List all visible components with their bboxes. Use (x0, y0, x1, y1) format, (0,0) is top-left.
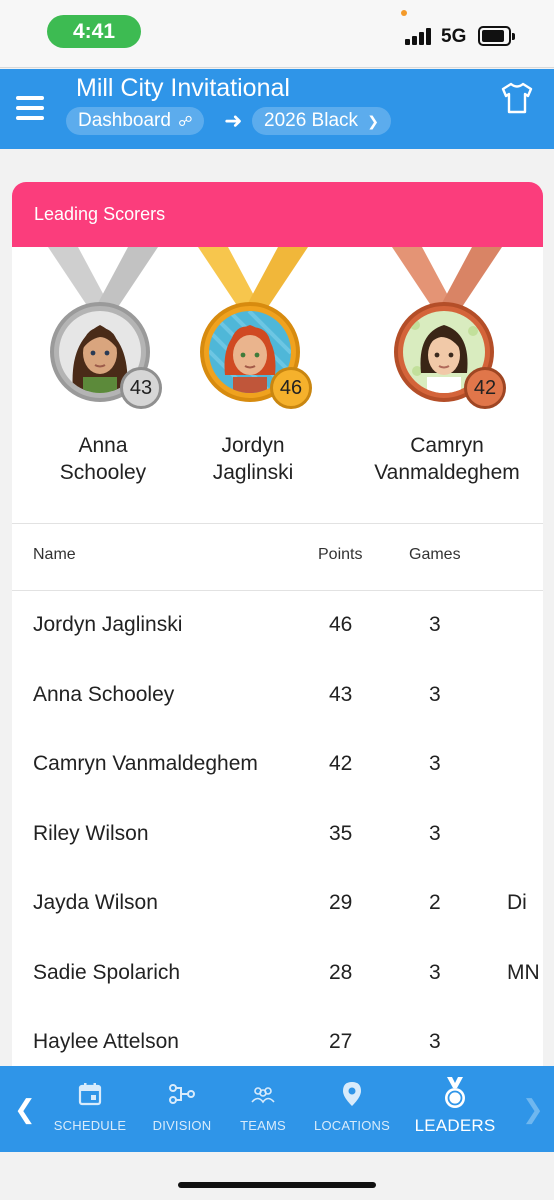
medal-gold[interactable]: 46 Jordyn Jaglinski (178, 247, 328, 524)
player-name: Jayda Wilson (33, 891, 158, 914)
home-indicator-area (0, 1152, 554, 1200)
nav-division[interactable]: DIVISION (146, 1066, 218, 1152)
arrow-right-icon: ➜ (224, 108, 243, 133)
column-name[interactable]: Name (33, 546, 76, 564)
leading-scorers-card: Leading Scorers 43 Anna Schooley 46 Jord… (12, 182, 543, 1072)
podium: 43 Anna Schooley 46 Jordyn Jaglinski 42 … (12, 247, 543, 524)
link-icon: ☍ (178, 113, 193, 129)
player-games: 3 (429, 1030, 441, 1053)
nav-label: LEADERS (414, 1116, 496, 1135)
privacy-indicator (401, 10, 407, 16)
last-name: Vanmaldeghem (374, 461, 520, 484)
battery-icon (478, 26, 515, 46)
team-selector[interactable]: 2026 Black ❯ (252, 107, 392, 135)
chevron-left-icon[interactable]: ❮ (14, 1094, 36, 1125)
page-title: Mill City Invitational (76, 74, 290, 102)
medal-name: Camryn Vanmaldeghem (342, 432, 543, 486)
player-points: 42 (329, 752, 353, 775)
table-row[interactable]: Sadie Spolarich 28 3 MN (12, 939, 543, 1009)
people-icon (251, 1087, 275, 1104)
medal-icon (445, 1077, 465, 1108)
nav-label: SCHEDULE (53, 1118, 127, 1133)
player-name: Anna Schooley (33, 682, 175, 706)
nav-label: TEAMS (240, 1118, 286, 1133)
player-name: Haylee Attelson (33, 1030, 179, 1053)
chevron-right-icon[interactable]: ❯ (522, 1094, 544, 1125)
player-points: 46 (329, 613, 353, 636)
breadcrumb-dashboard[interactable]: Dashboard ☍ (66, 107, 205, 135)
player-points: 28 (329, 960, 353, 984)
first-name: Jordyn (221, 434, 285, 457)
player-extra: Di (507, 891, 527, 914)
player-points: 29 (329, 891, 353, 914)
status-bar: 4:41 5G (0, 0, 554, 68)
player-points: 35 (329, 821, 353, 845)
map-pin-icon (343, 1082, 361, 1106)
calendar-icon (78, 1083, 102, 1106)
nav-locations[interactable]: LOCATIONS (312, 1066, 392, 1152)
chevron-down-icon: ❯ (367, 113, 380, 129)
medal-name: Jordyn Jaglinski (158, 432, 348, 486)
points-badge: 42 (464, 367, 506, 409)
app-header: Mill City Invitational Dashboard ☍ ➜ 202… (0, 69, 554, 149)
player-name: Sadie Spolarich (33, 960, 181, 984)
player-name: Riley Wilson (33, 821, 149, 845)
nav-label: DIVISION (152, 1118, 212, 1133)
points-badge: 43 (120, 367, 162, 409)
player-points: 27 (329, 1030, 353, 1053)
breadcrumb-dashboard-label: Dashboard (78, 110, 171, 131)
card-title: Leading Scorers (12, 182, 543, 247)
table-row[interactable]: Jordyn Jaglinski 46 3 (12, 591, 543, 661)
nav-teams[interactable]: TEAMS (234, 1066, 292, 1152)
medal-bronze[interactable]: 42 Camryn Vanmaldeghem (372, 247, 522, 524)
ribbon-bronze (392, 247, 502, 307)
nav-label: LOCATIONS (314, 1118, 390, 1133)
ribbon-gold (198, 247, 308, 307)
team-selector-label: 2026 Black (264, 110, 359, 131)
home-indicator[interactable] (178, 1182, 376, 1188)
jersey-icon[interactable] (500, 82, 534, 114)
points-badge: 46 (270, 367, 312, 409)
column-points[interactable]: Points (318, 546, 362, 564)
ribbon-silver (48, 247, 158, 307)
network-type: 5G (441, 26, 467, 47)
table-row[interactable]: Riley Wilson 35 3 (12, 800, 543, 870)
player-games: 3 (429, 960, 441, 984)
player-points: 43 (329, 682, 353, 706)
player-games: 3 (429, 613, 441, 636)
bottom-nav: ❮ SCHEDULE DIVISION TEAMS LOCATIONS LEAD… (0, 1066, 554, 1152)
bracket-icon (169, 1084, 195, 1104)
nav-leaders[interactable]: LEADERS (412, 1066, 498, 1152)
table-row[interactable]: Anna Schooley 43 3 (12, 661, 543, 731)
player-games: 3 (429, 752, 441, 775)
table-row[interactable]: Jayda Wilson 29 2 Di (12, 869, 543, 939)
table-row[interactable]: Haylee Attelson 27 3 (12, 1008, 543, 1072)
player-extra: MN (507, 960, 540, 984)
last-name: Jaglinski (212, 461, 294, 484)
first-name: Camryn (410, 434, 484, 457)
player-games: 2 (429, 891, 441, 914)
player-name: Camryn Vanmaldeghem (33, 752, 258, 775)
nav-schedule[interactable]: SCHEDULE (52, 1066, 128, 1152)
table-header: Name Points Games (12, 524, 543, 591)
scorers-table: Jordyn Jaglinski 46 3 Anna Schooley 43 3… (12, 591, 543, 1072)
table-row[interactable]: Camryn Vanmaldeghem 42 3 (12, 730, 543, 800)
hamburger-icon[interactable] (16, 96, 46, 120)
status-time: 4:41 (47, 15, 141, 48)
cellular-signal-icon (405, 27, 433, 45)
column-games[interactable]: Games (409, 546, 461, 564)
player-name: Jordyn Jaglinski (33, 613, 183, 636)
player-games: 3 (429, 682, 441, 706)
player-games: 3 (429, 821, 441, 845)
medal-silver[interactable]: 43 Anna Schooley (28, 247, 178, 524)
